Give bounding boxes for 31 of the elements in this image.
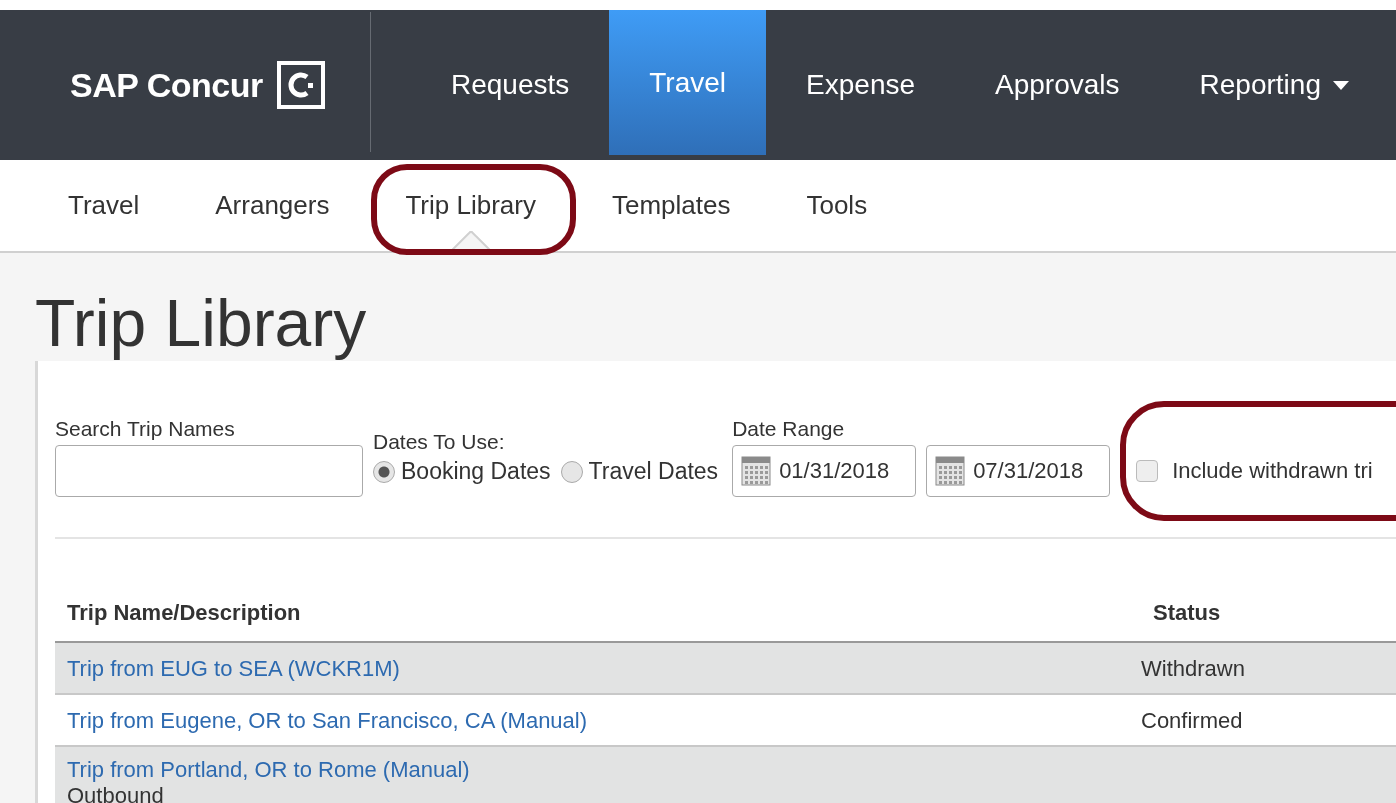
brand-logo-text: SAP Concur <box>70 65 263 105</box>
logo-icon <box>276 61 325 109</box>
sub-nav-tab[interactable]: Travel <box>68 160 140 251</box>
nav-tab[interactable]: Reporting <box>1159 10 1389 160</box>
radio-option[interactable]: Travel Dates <box>560 458 719 485</box>
trip-link[interactable]: Trip from Eugene, OR to San Francisco, CA (Manual) <box>67 708 1141 734</box>
nav-tab[interactable]: Expense <box>766 10 956 160</box>
include-withdrawn-checkbox[interactable]: Include withdrawn tri <box>1136 458 1373 484</box>
nav-tab[interactable]: Approvals <box>955 10 1160 160</box>
search-field[interactable] <box>55 445 363 497</box>
column-header: Trip Name/Description <box>66 600 302 626</box>
field-label: Date Range <box>732 417 846 441</box>
calendar-icon <box>935 456 966 486</box>
trip-detail: Outbound <box>67 783 165 803</box>
date-field[interactable]: 07/31/2018 <box>926 445 1111 497</box>
field-label: Dates To Use: <box>373 430 506 454</box>
calendar-icon <box>741 456 772 486</box>
trip-link[interactable]: Trip from EUG to SEA (WCKR1M) <box>67 656 1141 682</box>
status-cell: Confirmed <box>1141 708 1243 733</box>
column-header: Status <box>1152 600 1222 626</box>
radio-option[interactable]: Booking Dates <box>373 458 551 485</box>
page-title: Trip Library <box>35 285 368 361</box>
status-cell: Withdrawn <box>1141 656 1245 681</box>
sub-nav-tab[interactable]: Arrangers <box>215 160 330 251</box>
trip-link[interactable]: Trip from Portland, OR to Rome (Manual) <box>67 757 1141 783</box>
nav-tab[interactable]: Travel <box>609 10 767 155</box>
sub-nav-tab[interactable]: Tools <box>806 160 868 251</box>
nav-tab[interactable]: Requests <box>411 10 610 160</box>
date-field[interactable]: 01/31/2018 <box>732 445 917 497</box>
sub-nav-tab[interactable]: Templates <box>611 160 731 251</box>
field-label: Search Trip Names <box>55 417 236 441</box>
